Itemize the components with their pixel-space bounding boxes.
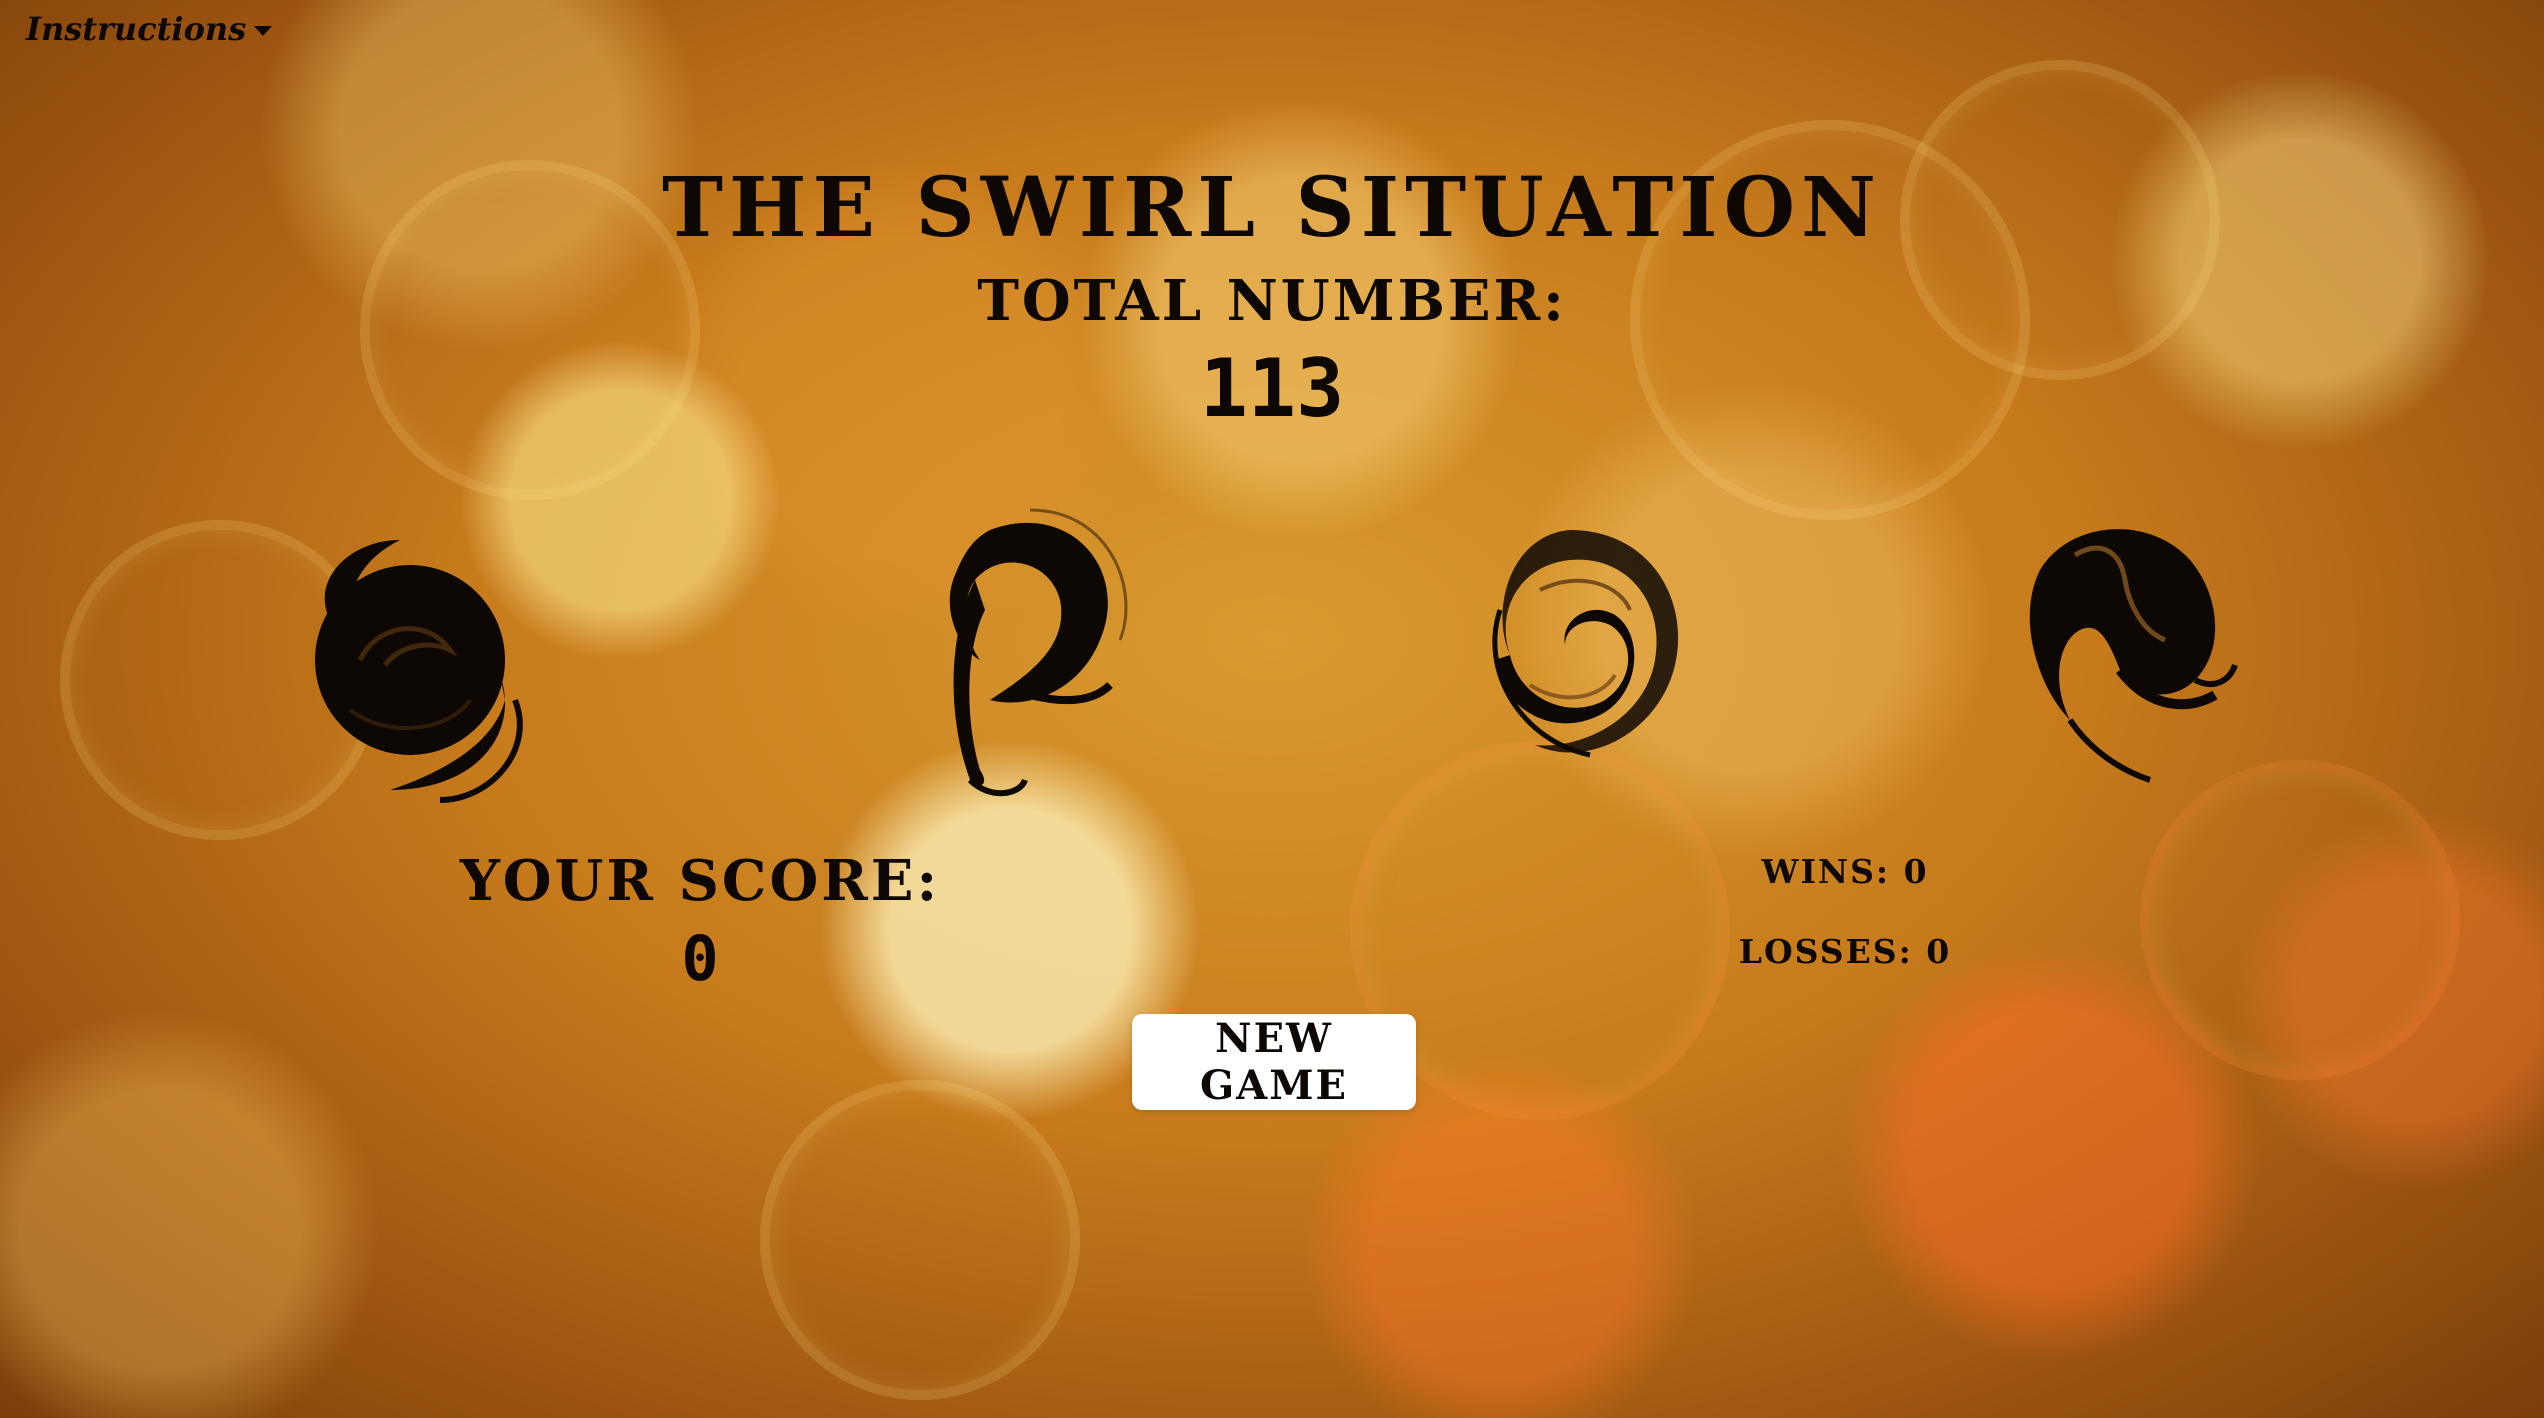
swirl-crystal-2[interactable] [880, 480, 1140, 800]
instructions-dropdown-toggle[interactable]: Instructions [26, 10, 273, 48]
swirl-icon [1492, 530, 1679, 758]
wins-counter: Wins: 0 [1761, 852, 1929, 891]
total-number-label: Total Number: [977, 268, 1567, 334]
swirl-icon [315, 540, 523, 803]
your-score-label: Your Score: [459, 848, 941, 914]
swirl-crystal-3[interactable] [1440, 490, 1700, 810]
total-number-value: 113 [1199, 342, 1345, 435]
bokeh-ring [760, 1080, 1080, 1400]
instructions-label: Instructions [26, 10, 247, 48]
swirl-icon [2029, 529, 2238, 783]
swirl-crystal-1[interactable] [290, 500, 550, 820]
swirl-icon [949, 508, 1128, 797]
losses-counter: Losses: 0 [1738, 932, 1952, 971]
game-title: The Swirl Situation [661, 160, 1883, 256]
caret-down-icon [254, 26, 273, 36]
your-score-value: 0 [681, 922, 719, 995]
swirl-crystal-4[interactable] [1980, 480, 2240, 800]
new-game-button[interactable]: New Game [1132, 1014, 1416, 1110]
bokeh-ring [2140, 760, 2460, 1080]
